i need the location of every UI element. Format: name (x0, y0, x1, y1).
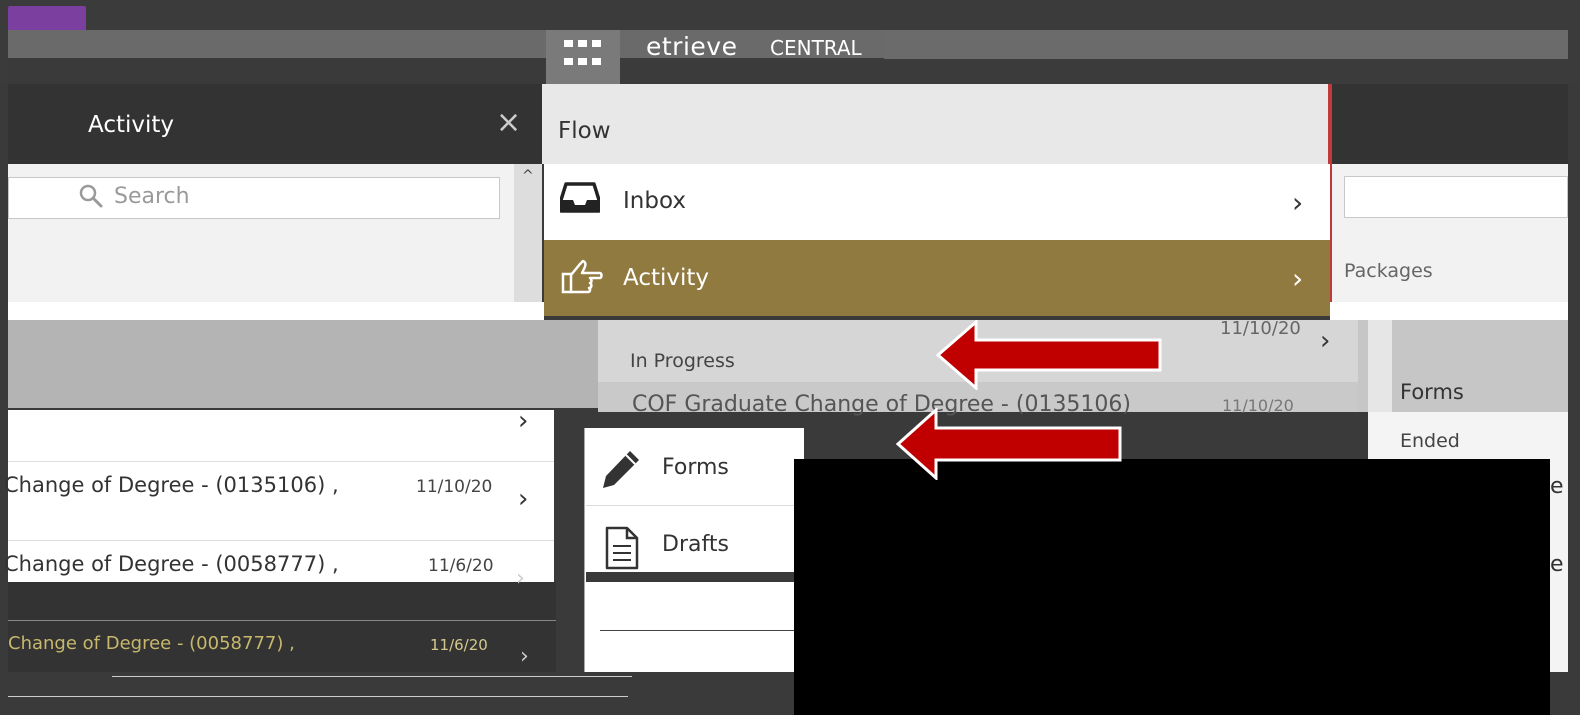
divider (8, 620, 556, 621)
list-item[interactable] (8, 410, 554, 462)
list-item-date: 11/6/20 (430, 636, 488, 654)
waffle-icon (564, 40, 604, 70)
chevron-right-icon[interactable]: › (516, 566, 525, 591)
list-item-date: 11/10/20 (1220, 318, 1301, 339)
redaction-box (794, 459, 1550, 715)
gray-band (8, 320, 598, 408)
document-icon (605, 526, 639, 570)
scroll-up-icon[interactable]: ^ (522, 168, 534, 184)
annotation-arrow (935, 320, 1162, 390)
divider (112, 676, 632, 677)
pencil-icon (603, 451, 639, 488)
divider (586, 572, 796, 582)
close-icon[interactable]: × (496, 108, 521, 138)
ended-label: Ended (1400, 430, 1460, 452)
search-placeholder: Search (114, 184, 190, 209)
right-list-top-edge (1330, 302, 1568, 320)
list-item-title[interactable]: Change of Degree - (0135106) , (4, 473, 339, 497)
list-item-date: 11/10/20 (1222, 396, 1294, 415)
thumbs-point-icon (561, 259, 603, 294)
activity-panel-title: Activity (88, 112, 175, 138)
list-item-date: 11/6/20 (428, 556, 494, 576)
menu-item-label: Forms (662, 455, 729, 480)
chevron-right-icon: › (1292, 262, 1304, 295)
header-right-strip (884, 31, 1568, 59)
waffle-menu-button[interactable] (546, 30, 620, 84)
list-item-title[interactable]: Change of Degree - (0058777) , (8, 633, 295, 654)
right-scrollbar[interactable] (1368, 320, 1392, 412)
header-left-strip (8, 58, 544, 84)
flow-menu-item-label: Activity (623, 265, 710, 291)
brand-name: etrieve (646, 32, 738, 61)
brand-subtitle: CENTRAL (770, 36, 862, 60)
inbox-icon (560, 182, 600, 213)
flow-menu-item-label: Inbox (623, 188, 686, 214)
list-item-date: 11/10/20 (416, 477, 493, 497)
annotation-arrow (895, 408, 1122, 480)
flow-menu-header (542, 84, 1330, 164)
chevron-right-icon[interactable]: › (518, 406, 528, 436)
right-panel-header (1330, 84, 1568, 164)
chevron-right-icon[interactable]: › (1320, 326, 1330, 356)
dark-strip (8, 582, 556, 672)
packages-label: Packages (1344, 260, 1433, 282)
right-search-input[interactable] (1344, 176, 1568, 218)
menu-item-label: Drafts (662, 532, 729, 557)
chevron-right-icon[interactable]: › (520, 644, 529, 669)
right-list-item[interactable]: e (1550, 552, 1564, 577)
panel-divider (1330, 84, 1332, 320)
chevron-right-icon[interactable]: › (518, 484, 528, 514)
divider (8, 540, 554, 541)
list-item-title[interactable]: Change of Degree - (0058777) , (4, 552, 339, 576)
right-list-item[interactable]: e (1550, 474, 1564, 499)
search-icon (79, 184, 103, 208)
divider (600, 630, 800, 631)
list-top-edge (8, 302, 544, 320)
scrollbar[interactable] (514, 164, 542, 320)
divider (8, 696, 628, 697)
in-progress-label: In Progress (630, 350, 735, 372)
forms-header: Forms (1400, 380, 1464, 404)
chevron-right-icon: › (1292, 186, 1304, 219)
flow-menu-title: Flow (558, 118, 611, 144)
